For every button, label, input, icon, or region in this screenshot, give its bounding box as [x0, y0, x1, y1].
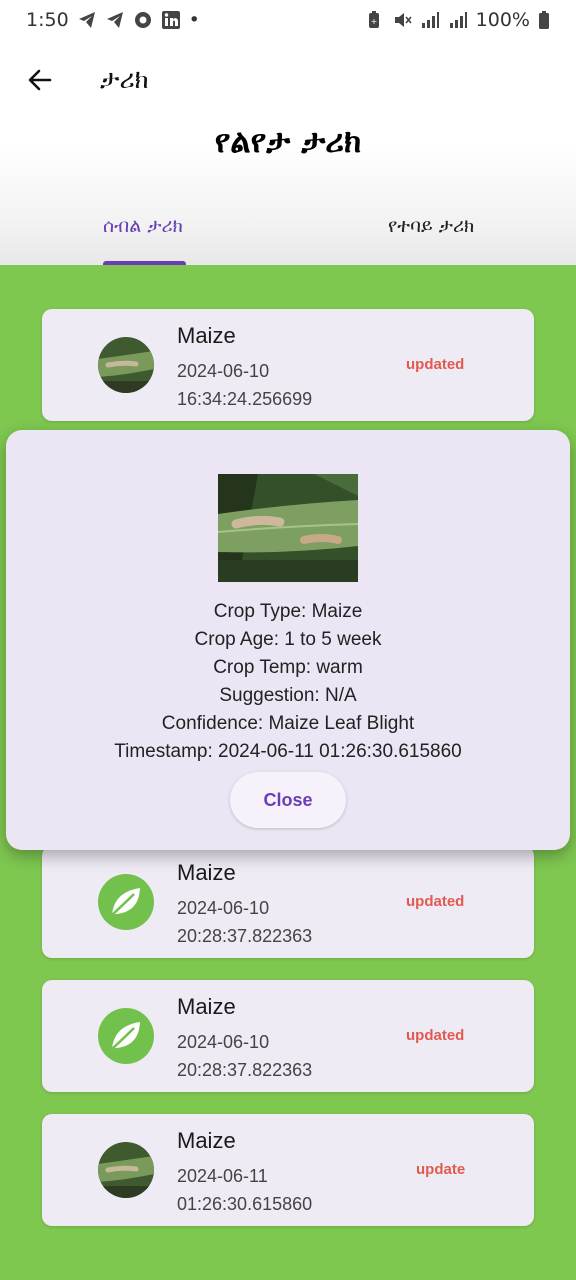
crop-name: Maize — [177, 323, 236, 348]
app-bar: ታሪክ — [0, 50, 576, 110]
confidence-text: Confidence: Maize Leaf Blight — [161, 713, 415, 734]
status-badge: updated — [406, 893, 465, 910]
list-item[interactable]: Maize 2024-06-11 01:26:30.615860 update — [42, 1114, 534, 1226]
time-text: 20:28:37.822363 — [177, 1060, 313, 1080]
crop-name: Maize — [177, 1128, 236, 1153]
crop-name: Maize — [177, 860, 236, 885]
leaf-icon — [98, 874, 154, 930]
crop-image — [218, 474, 358, 582]
tab-crop-history[interactable]: ሰብል ታሪክ — [103, 205, 183, 265]
time-text: 01:26:30.615860 — [177, 1194, 313, 1214]
header: 1:50 • + 100% ታሪክ የልየታ ታሪክ ሰብል ታሪክ የተባይ … — [0, 0, 576, 265]
notification-dot: • — [188, 9, 200, 31]
detail-text: Crop Type: Maize Crop Age: 1 to 5 week C… — [6, 598, 570, 766]
close-button[interactable]: Close — [230, 772, 346, 828]
status-badge: updated — [406, 356, 465, 373]
telegram-icon — [106, 12, 123, 28]
status-time: 1:50 — [26, 9, 69, 31]
crop-name: Maize — [177, 994, 236, 1019]
date-text: 2024-06-11 — [177, 1166, 268, 1186]
list-item[interactable]: Maize 2024-06-10 16:34:24.256699 updated — [42, 309, 534, 421]
suggestion-text: Suggestion: N/A — [219, 685, 357, 706]
mute-icon — [394, 13, 412, 27]
time-text: 20:28:37.822363 — [177, 926, 313, 946]
timestamp-text: Timestamp: 2024-06-11 01:26:30.615860 — [114, 741, 462, 762]
screen: 1:50 • + 100% ታሪክ የልየታ ታሪክ ሰብል ታሪክ የተባይ … — [0, 0, 576, 1280]
tab-pest-history[interactable]: የተባይ ታሪክ — [388, 205, 474, 265]
battery-icon — [539, 11, 549, 29]
crop-temp-text: Crop Temp: warm — [213, 657, 363, 678]
crop-thumbnail — [98, 1142, 154, 1198]
telegram-icon — [78, 12, 95, 28]
date-text: 2024-06-10 — [177, 361, 270, 381]
tab-bar: ሰብል ታሪክ የተባይ ታሪክ — [0, 205, 576, 265]
chrome-icon — [134, 12, 151, 28]
tab-label: ሰብል ታሪክ — [103, 215, 183, 237]
crop-age-text: Crop Age: 1 to 5 week — [194, 629, 382, 650]
signal-icon — [421, 12, 439, 28]
timestamp: 2024-06-10 16:34:24.256699 — [177, 357, 387, 413]
crop-type-text: Crop Type: Maize — [213, 601, 363, 622]
status-badge: update — [416, 1161, 466, 1178]
time-text: 16:34:24.256699 — [177, 389, 313, 409]
detail-dialog: Crop Type: Maize Crop Age: 1 to 5 week C… — [6, 430, 570, 850]
date-text: 2024-06-10 — [177, 1032, 270, 1052]
tab-label: የተባይ ታሪክ — [388, 215, 475, 237]
leaf-icon — [98, 1008, 154, 1064]
date-text: 2024-06-10 — [177, 898, 270, 918]
linkedin-icon — [161, 11, 180, 29]
signal-icon — [449, 12, 467, 28]
list-item[interactable]: Maize 2024-06-10 20:28:37.822363 updated — [42, 846, 534, 958]
page-title: የልየታ ታሪክ — [214, 122, 362, 160]
timestamp: 2024-06-10 20:28:37.822363 — [177, 1028, 387, 1084]
list-item[interactable]: Maize 2024-06-10 20:28:37.822363 updated — [42, 980, 534, 1092]
app-bar-title: ታሪክ — [100, 64, 149, 95]
back-button[interactable] — [16, 56, 64, 104]
arrow-left-icon — [28, 69, 52, 91]
svg-text:+: + — [370, 17, 377, 26]
status-badge: updated — [406, 1027, 465, 1044]
battery-percent: 100% — [475, 9, 530, 31]
crop-thumbnail — [98, 337, 154, 393]
status-bar: 1:50 • + 100% — [0, 0, 576, 40]
battery-saver-icon: + — [368, 11, 379, 28]
timestamp: 2024-06-11 01:26:30.615860 — [177, 1162, 387, 1218]
timestamp: 2024-06-10 20:28:37.822363 — [177, 894, 387, 950]
